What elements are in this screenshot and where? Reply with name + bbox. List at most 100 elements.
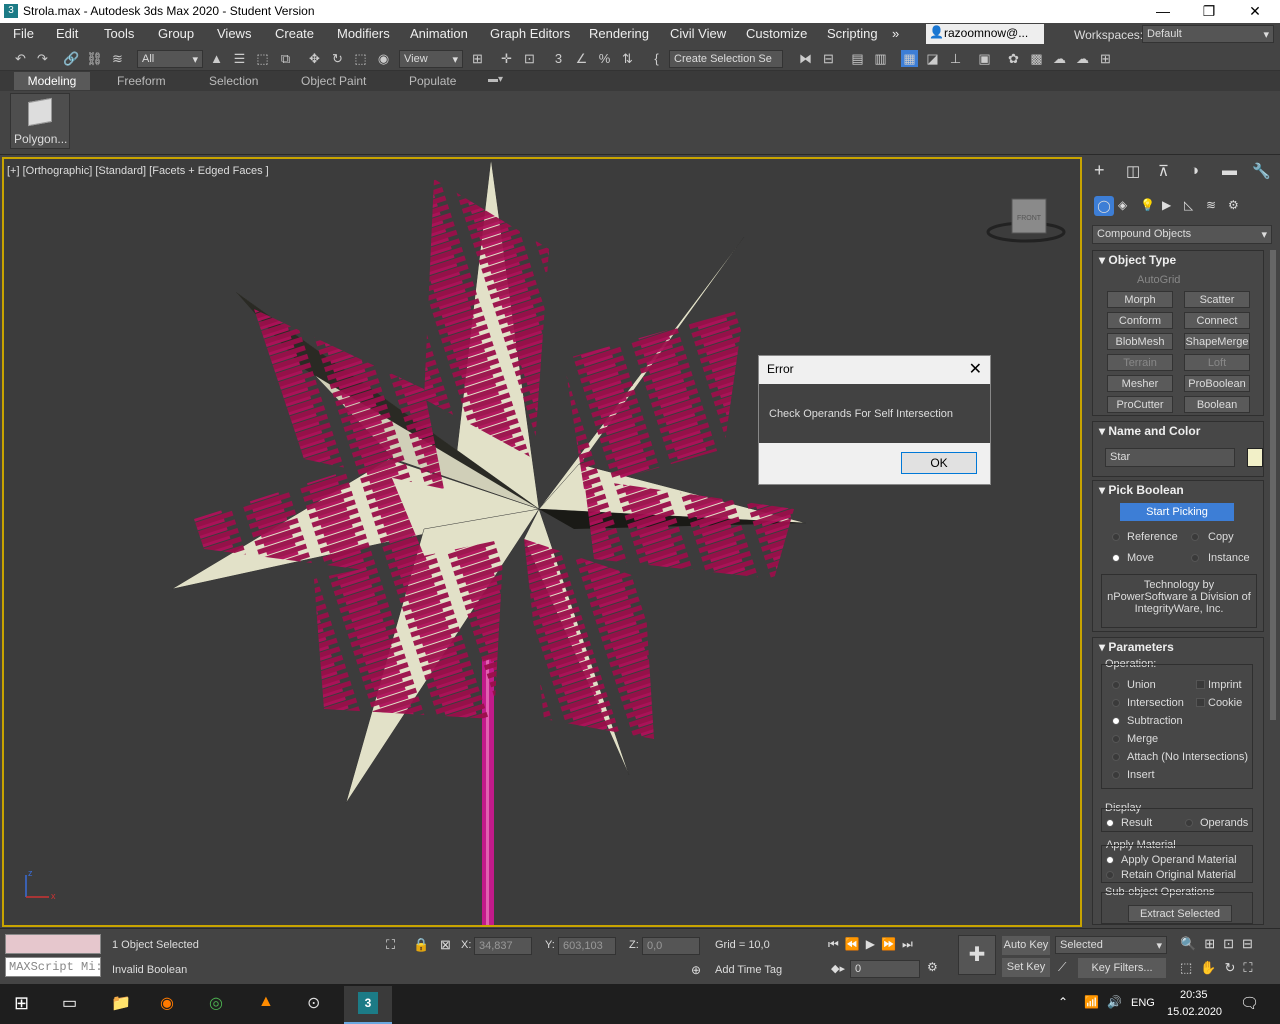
autogrid-checkbox[interactable]: AutoGrid [1137,274,1180,286]
layer-explorer-icon[interactable]: ▤ [849,50,866,67]
maximize-viewport-icon[interactable]: ⛶ [1243,960,1260,975]
play-icon[interactable]: ▶ [866,937,881,951]
menu-civil-view[interactable]: Civil View [670,26,726,41]
attach-radio[interactable] [1112,753,1120,761]
notifications-icon[interactable]: 🗨 [1240,994,1259,1012]
redo-icon[interactable]: ↷ [34,50,51,67]
schematic-view-icon[interactable]: ⊥ [947,50,964,67]
union-radio[interactable] [1112,681,1120,689]
menu-group[interactable]: Group [158,26,194,41]
display-operands-radio[interactable] [1185,819,1193,827]
menu-rendering[interactable]: Rendering [589,26,649,41]
minimize-button[interactable]: — [1140,0,1186,23]
merge-radio[interactable] [1112,735,1120,743]
name-color-header[interactable]: ▾ Name and Color [1099,424,1200,438]
cookie-checkbox[interactable] [1196,698,1205,707]
menu-overflow-button[interactable]: » [892,26,899,41]
menu-graph-editors[interactable]: Graph Editors [490,26,570,41]
apply-operand-material-radio[interactable] [1106,856,1114,864]
reference-coordinate-dropdown[interactable]: View ▾ [399,50,463,68]
maxscript-mini-listener[interactable]: MAXScript Mi: [5,957,101,977]
scene-canvas[interactable]: FRONT z x [4,159,1080,925]
show-hidden-icons[interactable]: ⌃ [1058,995,1068,1009]
previous-frame-icon[interactable]: ⏪ [845,937,866,951]
render-production-icon[interactable]: ☁ [1051,50,1068,67]
firefox-icon[interactable]: ◉ [160,993,174,1013]
mirror-icon[interactable]: ⧓ [797,50,814,67]
retain-original-material-radio[interactable] [1106,871,1114,879]
menu-animation[interactable]: Animation [410,26,468,41]
edit-named-selection-icon[interactable]: { [648,50,665,67]
parameters-header[interactable]: ▾ Parameters [1099,640,1174,654]
material-editor-icon[interactable]: ▣ [976,50,993,67]
mesher-button[interactable]: Mesher [1107,375,1173,392]
z-coordinate-field[interactable]: 0,0 [642,937,700,955]
procutter-button[interactable]: ProCutter [1107,396,1173,413]
object-color-swatch[interactable] [1247,448,1263,467]
geometry-icon[interactable]: ◯ [1094,196,1114,216]
command-panel-scrollbar[interactable] [1270,250,1276,720]
object-name-field[interactable]: Star [1105,448,1235,467]
dialog-ok-button[interactable]: OK [901,452,977,474]
go-to-end-icon[interactable]: ⏭ [902,937,919,951]
loft-button[interactable]: Loft [1184,354,1250,371]
snaps-toggle-icon[interactable]: 3 [550,50,567,67]
menu-customize[interactable]: Customize [746,26,807,41]
scatter-button[interactable]: Scatter [1184,291,1250,308]
link-icon[interactable]: 🔗 [63,50,80,67]
zoom-icon[interactable]: 🔍 [1180,936,1204,951]
intersection-radio[interactable] [1112,699,1120,707]
curve-editor-icon[interactable]: ◪ [924,50,941,67]
volume-icon[interactable]: 🔊 [1107,995,1122,1009]
zoom-extents-all-icon[interactable]: ⊟ [1242,936,1261,951]
align-icon[interactable]: ⊟ [820,50,837,67]
unlink-icon[interactable]: ⛓ [86,50,103,67]
obs-icon[interactable]: ⊙ [307,993,320,1013]
vlc-icon[interactable]: ▲ [258,993,274,1011]
copy-radio[interactable] [1191,533,1199,541]
x-coordinate-field[interactable]: 34,837 [474,937,532,955]
percent-snap-icon[interactable]: % [596,50,613,67]
angle-snap-icon[interactable]: ∠ [573,50,590,67]
maximize-button[interactable]: ❐ [1186,0,1232,23]
menu-file[interactable]: File [13,26,34,41]
isolate-selection-icon[interactable]: ⛶ [386,937,395,953]
auto-key-button[interactable]: Auto Key [1002,936,1050,955]
key-tangent-icon[interactable]: ⟋ [1058,960,1066,975]
time-tag-icon[interactable]: ⊕ [691,963,701,977]
pan-icon[interactable]: ✋ [1200,960,1224,975]
display-result-radio[interactable] [1106,819,1114,827]
tab-populate[interactable]: Populate [409,72,456,90]
proboolean-button[interactable]: ProBoolean [1184,375,1250,392]
zoom-all-icon[interactable]: ⊞ [1204,936,1223,951]
bind-spacewarp-icon[interactable]: ≋ [109,50,126,67]
select-by-name-icon[interactable]: ☰ [231,50,248,67]
menu-modifiers[interactable]: Modifiers [337,26,390,41]
morph-button[interactable]: Morph [1107,291,1173,308]
dialog-close-button[interactable]: ✕ [969,359,982,379]
scale-icon[interactable]: ⬚ [352,50,369,67]
field-of-view-icon[interactable]: ⬚ [1180,960,1200,975]
instance-radio[interactable] [1191,554,1199,562]
select-manipulate-icon[interactable]: ✛ [498,50,515,67]
object-type-header[interactable]: ▾ Object Type [1099,253,1176,267]
category-dropdown[interactable]: Compound Objects ▾ [1092,225,1272,244]
absolute-mode-icon[interactable]: ⊠ [440,937,451,953]
rectangular-selection-icon[interactable]: ⬚ [254,50,271,67]
display-tab-icon[interactable]: ▬ [1222,162,1237,179]
lights-icon[interactable]: 💡 [1140,198,1155,212]
named-selection-set-dropdown[interactable]: Create Selection Se [669,50,783,68]
chrome-icon[interactable]: ◎ [209,993,223,1013]
viewcube[interactable]: FRONT [986,198,1066,243]
user-account-button[interactable]: 👤 razoomnow@... [926,24,1044,44]
move-icon[interactable]: ✥ [306,50,323,67]
cameras-icon[interactable]: ▶ [1162,198,1171,212]
toggle-ribbon-icon[interactable]: ▥ [872,50,889,67]
rendered-frame-window-icon[interactable]: ▩ [1028,50,1045,67]
language-indicator[interactable]: ENG [1131,997,1155,1009]
subtraction-radio[interactable] [1112,717,1120,725]
spinner-snap-icon[interactable]: ⇅ [619,50,636,67]
key-mode-toggle-icon[interactable]: ◆▸ [831,962,845,975]
utilities-tab-icon[interactable]: 🔧 [1252,162,1271,180]
terrain-button[interactable]: Terrain [1107,354,1173,371]
